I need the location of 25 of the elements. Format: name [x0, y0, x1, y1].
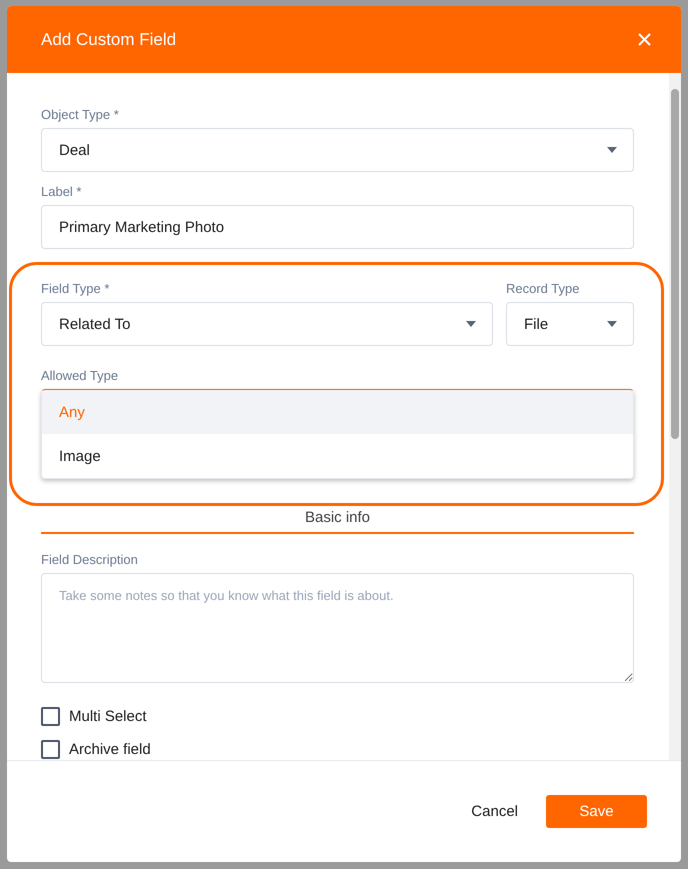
- dialog-title: Add Custom Field: [41, 30, 176, 50]
- dropdown-field[interactable]: File: [506, 302, 634, 346]
- close-button[interactable]: [638, 33, 651, 46]
- scrollbar[interactable]: [669, 73, 681, 760]
- caret-icon: [607, 321, 617, 327]
- caret-icon: [466, 321, 476, 327]
- section-tab[interactable]: Basic info: [304, 509, 370, 532]
- description-field[interactable]: Take some notes so that you know what this field is about.: [41, 573, 634, 683]
- dropdown-field[interactable]: Related To: [41, 302, 493, 346]
- menu-option[interactable]: Image: [42, 434, 633, 478]
- label-input[interactable]: Primary Marketing Photo: [41, 205, 634, 249]
- dropdown-field[interactable]: Deal: [41, 128, 634, 172]
- field-label: Object Type *: [41, 107, 120, 122]
- checkbox[interactable]: [41, 707, 60, 726]
- field-label: Allowed Type: [41, 368, 120, 383]
- field-label: Field Description: [41, 552, 139, 567]
- close-icon: [638, 33, 651, 46]
- field-label: Record Type: [506, 281, 580, 296]
- field-label: Field Type *: [41, 281, 110, 296]
- checkbox-label: Archive field: [69, 741, 151, 758]
- checkbox-label: Multi Select: [69, 708, 147, 725]
- cancel-button[interactable]: Cancel: [465, 802, 524, 821]
- field-label: Label *: [41, 184, 82, 199]
- checkbox[interactable]: [41, 740, 60, 759]
- caret-icon: [607, 147, 617, 153]
